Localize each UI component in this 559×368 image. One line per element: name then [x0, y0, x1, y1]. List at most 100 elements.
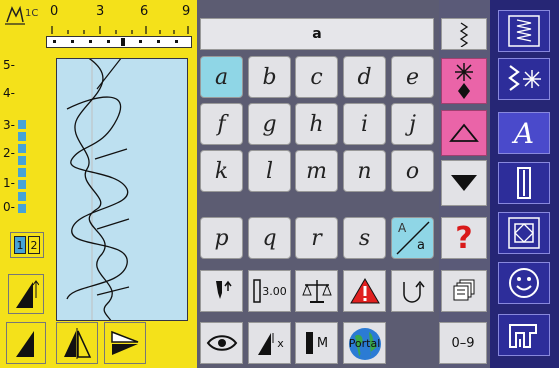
letter-key-n[interactable]: n [343, 150, 386, 192]
scroll-down-button[interactable] [441, 160, 487, 206]
pattern-end-button[interactable] [6, 322, 46, 364]
letter-key-r[interactable]: r [295, 217, 338, 259]
memory-label: M [316, 335, 329, 351]
setup-button[interactable] [498, 314, 550, 356]
smiley-icon [509, 268, 539, 298]
balance-button[interactable] [295, 270, 338, 312]
letter-key-p[interactable]: p [200, 217, 243, 259]
zigzag-icon [459, 22, 469, 47]
letter-key-o[interactable]: o [391, 150, 434, 192]
mode-label: 1C [25, 8, 39, 19]
practical-stitches-button[interactable] [498, 10, 550, 52]
pattern-begin-button[interactable] [8, 274, 44, 314]
needle-stop-button[interactable] [200, 270, 243, 312]
needle-position-icon[interactable] [4, 4, 26, 26]
memory-icon [305, 332, 313, 354]
scale-label-0: 0- [3, 200, 15, 214]
letter-key-e[interactable]: e [391, 56, 434, 98]
special-pattern-button[interactable] [441, 58, 487, 104]
reverse-button[interactable] [391, 270, 434, 312]
warning-icon [349, 278, 380, 304]
letter-key-d[interactable]: d [343, 56, 386, 98]
alphabet-icon: A [513, 116, 535, 150]
needle-thread-button[interactable] [200, 322, 243, 364]
zigzag-stitch-icon [508, 15, 540, 47]
mirror-up-down-button[interactable] [104, 322, 146, 364]
buttonholes-button[interactable] [498, 162, 550, 204]
repeat-pattern-button[interactable]: x [248, 322, 291, 364]
font-style-button[interactable] [441, 18, 487, 50]
numbers-button[interactable]: 0–9 [439, 322, 487, 364]
stitch-preview [56, 58, 188, 321]
reverse-icon [402, 280, 425, 303]
needle-position-bar[interactable] [46, 36, 192, 48]
letter-key-a[interactable]: a [200, 56, 243, 98]
pattern-memory-button[interactable] [441, 270, 487, 312]
letter-key-i[interactable]: i [343, 103, 386, 145]
case-lower-label: a [417, 238, 425, 253]
times-label: x [277, 336, 284, 350]
sewing-machine-icon [509, 324, 537, 348]
letter-key-m[interactable]: m [295, 150, 338, 192]
balance-icon [301, 280, 332, 303]
letter-key-c[interactable]: c [295, 56, 338, 98]
scale-label-3: 3- [3, 118, 15, 132]
case-toggle-button[interactable]: A a [391, 217, 434, 259]
letter-key-k[interactable]: k [200, 150, 243, 192]
scale-label-5: 5- [3, 58, 15, 72]
buttonhole-icon [517, 167, 531, 199]
scroll-up-button[interactable] [441, 110, 487, 156]
ruler-mark-9: 9 [182, 4, 191, 19]
quilt-square-icon [508, 217, 540, 249]
selected-text-display: a [200, 18, 434, 50]
letter-key-j[interactable]: j [391, 103, 434, 145]
letter-key-g[interactable]: g [248, 103, 291, 145]
help-button[interactable]: ? [441, 217, 487, 259]
needle-up-icon [215, 280, 232, 299]
length-icon [253, 279, 261, 303]
memory-button[interactable]: M [295, 322, 338, 364]
portal-button[interactable]: Portal [343, 322, 386, 364]
sewing-screen: 1C 0 3 6 9 5- 4- 3- 2- 1- 0- 1 2 a a b c… [0, 0, 559, 368]
stitch-length-value: 3.00 [262, 284, 287, 298]
quilt-stitches-button[interactable] [498, 212, 550, 254]
stitch-length-button[interactable]: 3.00 [248, 270, 291, 312]
scale-label-4: 4- [3, 86, 15, 100]
stitch-preview-panel: 1C 0 3 6 9 5- 4- 3- 2- 1- 0- 1 2 [0, 0, 197, 368]
thread-icon [206, 335, 237, 351]
stitch-length-scale[interactable] [18, 120, 26, 216]
letter-key-h[interactable]: h [295, 103, 338, 145]
alert-button[interactable] [343, 270, 386, 312]
ruler-mark-6: 6 [140, 4, 149, 19]
pattern-end-icon [16, 331, 34, 357]
decorative-stitch-icon [508, 65, 541, 91]
split-2: 2 [28, 236, 40, 254]
mirror-vertical-icon [111, 330, 139, 355]
case-upper-label: A [398, 221, 407, 235]
triangle-up-icon [449, 123, 479, 142]
scale-label-2: 2- [3, 146, 15, 160]
mirror-left-right-button[interactable] [56, 322, 98, 364]
letter-key-b[interactable]: b [248, 56, 291, 98]
letter-key-l[interactable]: l [248, 150, 291, 192]
split-view-button[interactable]: 1 2 [10, 232, 44, 258]
portal-label: Portal [348, 336, 381, 350]
ruler-mark-3: 3 [96, 4, 105, 19]
letter-key-q[interactable]: q [248, 217, 291, 259]
ruler-mark-0: 0 [50, 4, 59, 19]
pattern-repeat-icon [258, 333, 274, 355]
alphabets-button[interactable]: A [498, 112, 550, 154]
triangle-down-icon [451, 175, 477, 191]
stacked-pages-icon [453, 279, 475, 301]
snowflake-needle-icon [455, 63, 473, 99]
width-ruler: 1C 0 3 6 9 [0, 0, 197, 52]
letter-key-s[interactable]: s [343, 217, 386, 259]
personal-program-button[interactable] [498, 262, 550, 304]
letter-key-f[interactable]: f [200, 103, 243, 145]
numbers-label: 0–9 [451, 335, 475, 351]
pattern-start-icon [16, 280, 39, 308]
scale-label-1: 1- [3, 176, 15, 190]
decorative-stitches-button[interactable] [498, 58, 550, 100]
split-1: 1 [14, 236, 26, 254]
mirror-horizontal-icon [64, 328, 92, 359]
